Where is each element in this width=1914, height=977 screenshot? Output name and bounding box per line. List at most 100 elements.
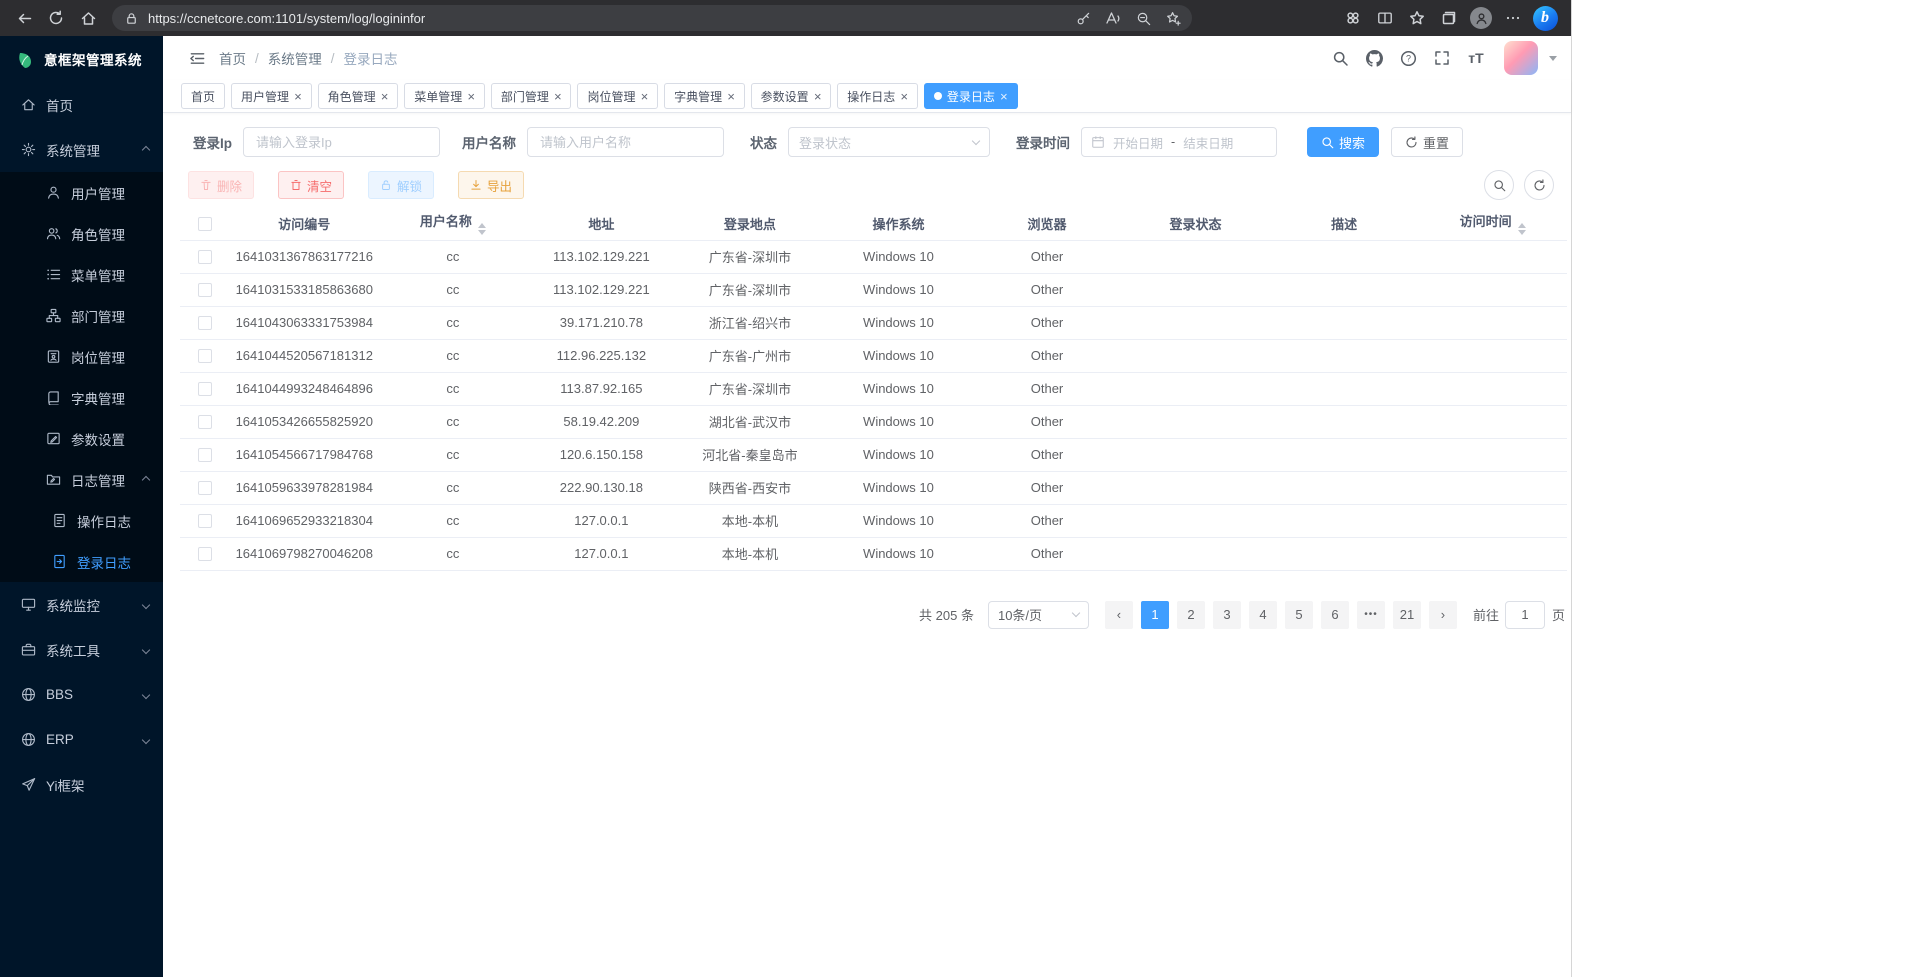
fullscreen-button[interactable] xyxy=(1428,44,1456,72)
row-checkbox[interactable] xyxy=(198,448,212,462)
user-avatar[interactable] xyxy=(1504,41,1538,75)
font-size-button[interactable]: тT xyxy=(1462,44,1490,72)
tab-字典管理[interactable]: 字典管理× xyxy=(664,83,745,109)
column-header-访问时间[interactable]: 访问时间 xyxy=(1418,207,1567,240)
app-logo[interactable]: 意框架管理系统 xyxy=(0,36,163,82)
reset-button[interactable]: 重置 xyxy=(1391,127,1463,157)
sidebar-item-log-mgmt[interactable]: 日志管理 xyxy=(0,459,163,500)
page-button-21[interactable]: 21 xyxy=(1393,601,1421,629)
copilot-button[interactable]: b xyxy=(1529,4,1561,32)
breadcrumb-item[interactable]: 首页 xyxy=(219,48,246,68)
sidebar-item-menu-mgmt[interactable]: 菜单管理 xyxy=(0,254,163,295)
sidebar-item-bbs[interactable]: BBS xyxy=(0,672,163,717)
row-checkbox[interactable] xyxy=(198,349,212,363)
tab-岗位管理[interactable]: 岗位管理× xyxy=(577,83,658,109)
toggle-search-button[interactable] xyxy=(1484,170,1514,200)
split-screen-button[interactable] xyxy=(1369,4,1401,32)
page-size-select[interactable]: 10条/页 xyxy=(988,601,1089,629)
search-button[interactable]: 搜索 xyxy=(1307,127,1379,157)
next-page-button[interactable]: › xyxy=(1429,601,1457,629)
back-button[interactable] xyxy=(8,4,40,32)
sidebar-item-erp[interactable]: ERP xyxy=(0,717,163,762)
header-search-button[interactable] xyxy=(1326,44,1354,72)
breadcrumb-item[interactable]: 系统管理 xyxy=(268,48,322,68)
page-button-6[interactable]: 6 xyxy=(1321,601,1349,629)
tab-close-icon[interactable]: × xyxy=(727,90,735,103)
sidebar-item-sys-tools[interactable]: 系统工具 xyxy=(0,627,163,672)
tab-close-icon[interactable]: × xyxy=(554,90,562,103)
add-favorite-button[interactable] xyxy=(1158,6,1188,30)
export-button[interactable]: 导出 xyxy=(458,171,524,199)
tab-操作日志[interactable]: 操作日志× xyxy=(837,83,918,109)
sidebar-item-dict-mgmt[interactable]: 字典管理 xyxy=(0,377,163,418)
home-button[interactable] xyxy=(72,4,104,32)
sidebar-item-yi-framework[interactable]: Yi框架 xyxy=(0,762,163,807)
tab-用户管理[interactable]: 用户管理× xyxy=(231,83,312,109)
tab-close-icon[interactable]: × xyxy=(381,90,389,103)
collapse-sidebar-button[interactable] xyxy=(183,44,211,72)
tab-首页[interactable]: 首页 xyxy=(181,83,225,109)
tab-close-icon[interactable]: × xyxy=(814,90,822,103)
row-checkbox[interactable] xyxy=(198,514,212,528)
login-time-range-picker[interactable]: 开始日期 - 结束日期 xyxy=(1081,127,1277,157)
sidebar-item-system-mgmt[interactable]: 系统管理 xyxy=(0,127,163,172)
help-docs-button[interactable]: ? xyxy=(1394,44,1422,72)
tab-close-icon[interactable]: × xyxy=(1000,90,1008,103)
tab-close-icon[interactable]: × xyxy=(467,90,475,103)
page-button-3[interactable]: 3 xyxy=(1213,601,1241,629)
row-checkbox[interactable] xyxy=(198,547,212,561)
pagination-more-button[interactable]: ••• xyxy=(1357,601,1385,629)
tab-参数设置[interactable]: 参数设置× xyxy=(751,83,832,109)
settings-more-button[interactable] xyxy=(1497,4,1529,32)
select-all-checkbox[interactable] xyxy=(198,217,212,231)
page-button-4[interactable]: 4 xyxy=(1249,601,1277,629)
row-checkbox[interactable] xyxy=(198,415,212,429)
prev-page-button[interactable]: ‹ xyxy=(1105,601,1133,629)
column-header-用户名称[interactable]: 用户名称 xyxy=(379,207,528,240)
sidebar-item-home[interactable]: 首页 xyxy=(0,82,163,127)
tab-菜单管理[interactable]: 菜单管理× xyxy=(404,83,485,109)
sidebar-item-login-log[interactable]: 登录日志 xyxy=(0,541,163,582)
collections-button[interactable] xyxy=(1433,4,1465,32)
refresh-table-button[interactable] xyxy=(1524,170,1554,200)
sidebar-item-dept-mgmt[interactable]: 部门管理 xyxy=(0,295,163,336)
read-aloud-button[interactable] xyxy=(1098,6,1128,30)
tab-角色管理[interactable]: 角色管理× xyxy=(318,83,399,109)
password-key-button[interactable] xyxy=(1068,6,1098,30)
refresh-button[interactable] xyxy=(40,4,72,32)
sidebar-item-param-settings[interactable]: 参数设置 xyxy=(0,418,163,459)
sort-carets-icon[interactable] xyxy=(478,223,486,235)
caret-down-icon[interactable] xyxy=(1549,56,1557,61)
row-checkbox[interactable] xyxy=(198,283,212,297)
row-checkbox[interactable] xyxy=(198,250,212,264)
sidebar-item-sys-monitor[interactable]: 系统监控 xyxy=(0,582,163,627)
row-checkbox[interactable] xyxy=(198,316,212,330)
extensions-button[interactable] xyxy=(1337,4,1369,32)
tab-close-icon[interactable]: × xyxy=(640,90,648,103)
tab-部门管理[interactable]: 部门管理× xyxy=(491,83,572,109)
favorites-button[interactable] xyxy=(1401,4,1433,32)
profile-button[interactable] xyxy=(1465,4,1497,32)
page-button-2[interactable]: 2 xyxy=(1177,601,1205,629)
status-select[interactable]: 登录状态 xyxy=(788,127,990,157)
delete-button[interactable]: 删除 xyxy=(188,171,254,199)
sidebar-item-post-mgmt[interactable]: 岗位管理 xyxy=(0,336,163,377)
sidebar-item-user-mgmt[interactable]: 用户管理 xyxy=(0,172,163,213)
sort-carets-icon[interactable] xyxy=(1518,223,1526,235)
zoom-button[interactable] xyxy=(1128,6,1158,30)
row-checkbox[interactable] xyxy=(198,382,212,396)
user-name-input[interactable] xyxy=(527,127,724,157)
tab-close-icon[interactable]: × xyxy=(294,90,302,103)
sidebar-item-role-mgmt[interactable]: 角色管理 xyxy=(0,213,163,254)
login-ip-input[interactable] xyxy=(243,127,440,157)
row-checkbox[interactable] xyxy=(198,481,212,495)
unlock-button[interactable]: 解锁 xyxy=(368,171,434,199)
address-bar[interactable]: https://ccnetcore.com:1101/system/log/lo… xyxy=(112,5,1192,31)
clear-button[interactable]: 清空 xyxy=(278,171,344,199)
github-link-button[interactable] xyxy=(1360,44,1388,72)
sidebar-item-oper-log[interactable]: 操作日志 xyxy=(0,500,163,541)
page-button-1[interactable]: 1 xyxy=(1141,601,1169,629)
goto-page-input[interactable] xyxy=(1505,601,1545,629)
page-button-5[interactable]: 5 xyxy=(1285,601,1313,629)
tab-登录日志[interactable]: 登录日志× xyxy=(924,83,1018,109)
